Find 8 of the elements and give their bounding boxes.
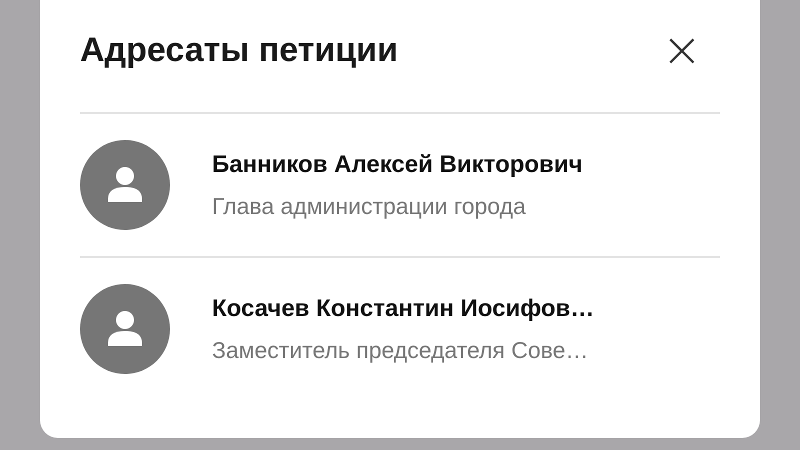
recipient-name: Банников Алексей Викторович [212, 150, 582, 178]
dialog-title: Адресаты петиции [80, 30, 398, 70]
avatar-icon [80, 140, 170, 230]
close-button[interactable]: × [662, 26, 720, 74]
recipient-position: Глава администрации города [212, 192, 527, 220]
recipient-name: Косачев Константин Иосифов… [212, 294, 594, 322]
avatar-icon [80, 284, 170, 374]
recipient-position: Заместитель председателя Сове… [212, 336, 590, 364]
